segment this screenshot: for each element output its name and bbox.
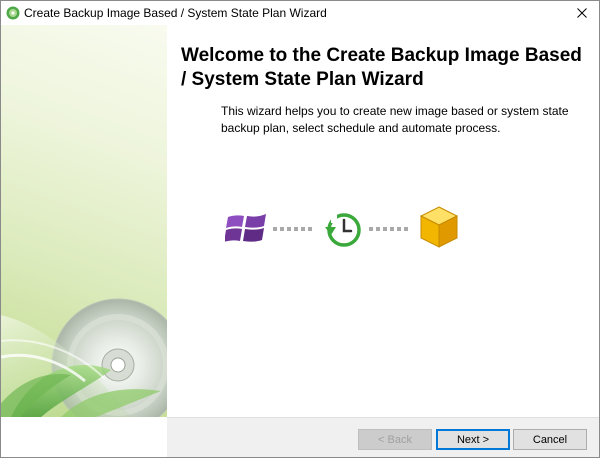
wizard-footer: < Back Next > Cancel: [167, 417, 599, 457]
schedule-clock-icon: [325, 213, 361, 247]
wizard-window: Create Backup Image Based / System State…: [0, 0, 600, 458]
page-description: This wizard helps you to create new imag…: [221, 104, 569, 135]
connector-dots: [369, 227, 408, 231]
storage-cube-icon: [419, 206, 459, 248]
disc-illustration: [1, 298, 167, 417]
cancel-button[interactable]: Cancel: [513, 429, 587, 450]
back-button[interactable]: < Back: [358, 429, 432, 450]
close-button[interactable]: [565, 1, 599, 25]
windows-icon: [225, 214, 266, 242]
page-title: Welcome to the Create Backup Image Based…: [181, 45, 582, 90]
window-title: Create Backup Image Based / System State…: [24, 6, 327, 20]
green-disc-icon: [6, 6, 20, 20]
wizard-content: Welcome to the Create Backup Image Based…: [167, 25, 599, 417]
connector-dots: [273, 227, 312, 231]
next-button[interactable]: Next >: [436, 429, 510, 450]
process-illustration: [225, 205, 465, 251]
close-icon: [577, 8, 587, 18]
title-bar: Create Backup Image Based / System State…: [1, 1, 599, 25]
wizard-sidebar-banner: [1, 25, 167, 417]
